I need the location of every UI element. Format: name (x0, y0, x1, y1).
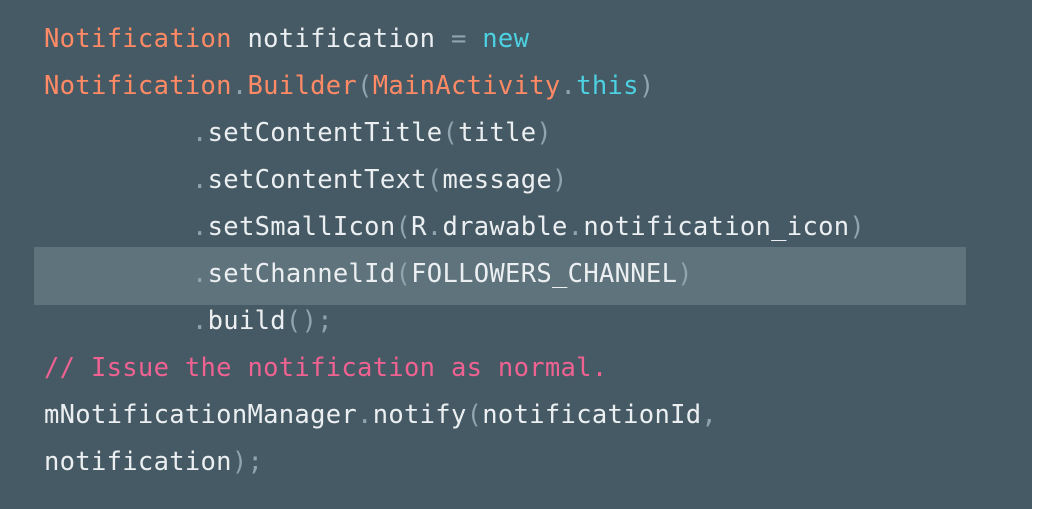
code-token-id: notification_icon (583, 212, 850, 242)
code-token-type: Notification (44, 71, 232, 101)
code-token-id: title (458, 118, 537, 148)
code-token-punc: . (192, 259, 208, 289)
code-token-type: Builder (247, 71, 358, 101)
code-token-punc: . (426, 212, 443, 242)
code-line: .build(); (44, 298, 865, 345)
code-line: // Issue the notification as normal. (44, 345, 865, 392)
code-token-id: notification (44, 447, 232, 477)
code-token-id (467, 24, 483, 54)
code-line: .setSmallIcon(R.drawable.notification_ic… (44, 204, 865, 251)
code-token-id: setChannelId (207, 259, 396, 289)
code-token-punc: ( (442, 118, 459, 148)
code-token-punc: = (450, 24, 467, 54)
code-line: .setContentText(message) (44, 157, 865, 204)
code-token-punc: ( (395, 212, 412, 242)
code-token-punc: . (357, 400, 373, 430)
code-token-punc: . (192, 306, 208, 336)
code-token-type: MainActivity (372, 71, 561, 101)
code-token-punc: ) (849, 212, 866, 242)
code-token-punc: ( (466, 400, 483, 430)
code-token-kw: this (576, 71, 639, 101)
code-token-id: drawable (442, 212, 568, 242)
code-token-id: R (411, 212, 427, 242)
code-token-id: build (207, 306, 286, 336)
code-token-id: mNotificationManager (44, 400, 358, 430)
code-token-punc: ( (357, 71, 373, 101)
code-token-type: Notification (44, 24, 232, 54)
code-token-punc: (); (285, 306, 333, 336)
code-token-comment: // Issue the notification as normal. (44, 353, 608, 383)
code-token-punc: ) (677, 259, 693, 289)
code-token-id: FOLLOWERS_CHANNEL (411, 259, 678, 289)
code-line-highlighted: .setChannelId(FOLLOWERS_CHANNEL) (44, 251, 865, 298)
code-line: .setContentTitle(title) (44, 110, 865, 157)
code-line: mNotificationManager.notify(notification… (44, 392, 865, 439)
code-token-punc: ) (552, 165, 568, 195)
code-token-punc: ); (231, 447, 264, 477)
frame-edge (1032, 0, 1038, 509)
code-line: Notification.Builder(MainActivity.this) (44, 63, 865, 110)
code-line: Notification notification = new (44, 16, 865, 63)
code-token-punc: ) (638, 71, 655, 101)
code-token-id: message (442, 165, 553, 195)
code-token-id: setSmallIcon (207, 212, 396, 242)
code-token-punc: ) (536, 118, 553, 148)
code-token-punc: ( (426, 165, 443, 195)
code-line: notification); (44, 439, 865, 486)
code-token-id: setContentTitle (207, 118, 443, 148)
code-token-id: notify (372, 400, 467, 430)
code-token-id: setContentText (207, 165, 427, 195)
code-token-punc: . (192, 118, 208, 148)
code-block: Notification notification = new Notificat… (44, 16, 865, 486)
code-token-punc: . (192, 212, 208, 242)
code-slide: Notification notification = new Notificat… (0, 0, 1038, 509)
code-token-kw: new (482, 24, 530, 54)
code-token-punc: . (567, 212, 584, 242)
code-token-punc: , (701, 400, 718, 430)
code-token-id: notificationId (482, 400, 702, 430)
code-token-id: notification (231, 24, 451, 54)
code-token-punc: ( (395, 259, 412, 289)
code-token-punc: . (560, 71, 577, 101)
code-token-punc: . (192, 165, 208, 195)
code-token-punc: . (231, 71, 248, 101)
